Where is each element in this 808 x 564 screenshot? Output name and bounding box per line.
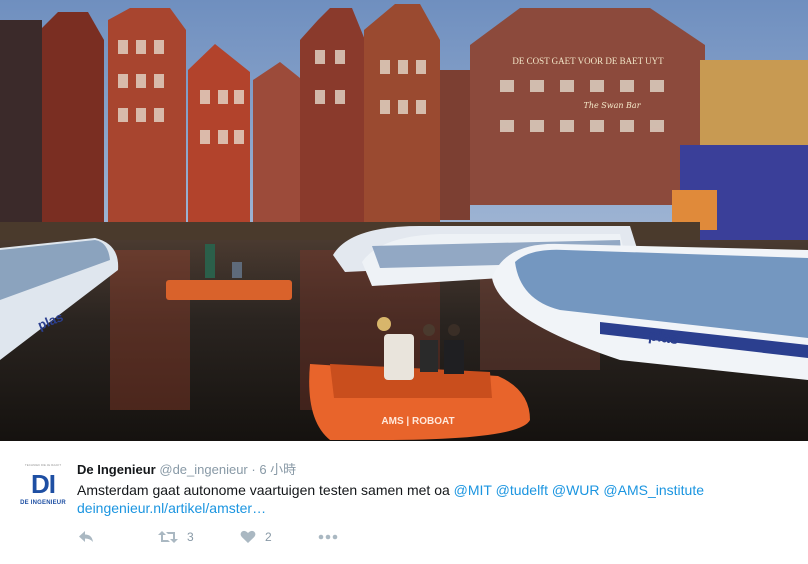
avatar-caption: DE INGENIEUR	[20, 500, 66, 506]
tweet: TECHNIEK DIE JE RAAKT DI DE INGENIEUR De…	[0, 441, 808, 564]
avatar-tagline: TECHNIEK DIE JE RAAKT	[24, 463, 62, 467]
timestamp[interactable]: 6 小時	[259, 462, 296, 477]
more-button[interactable]	[318, 527, 338, 547]
retweet-button[interactable]: 3	[158, 527, 194, 547]
reply-button[interactable]	[78, 527, 94, 547]
heart-icon	[240, 530, 256, 543]
building-banner: DE COST GAET VOOR DE BAET UYT	[512, 56, 664, 66]
handle[interactable]: @de_ingenieur	[159, 462, 247, 477]
tweet-text-body: Amsterdam gaat autonome vaartuigen teste…	[77, 482, 450, 498]
more-icon	[318, 534, 338, 540]
mention-mit[interactable]: @MIT	[454, 482, 492, 498]
avatar[interactable]: TECHNIEK DIE JE RAAKT DI DE INGENIEUR	[20, 463, 66, 509]
article-link[interactable]: deingenieur.nl/artikel/amster…	[77, 499, 266, 518]
tweet-actions: 3 2	[78, 527, 378, 547]
retweet-count: 3	[187, 530, 194, 544]
mention-wur[interactable]: @WUR	[552, 482, 600, 498]
mention-tudelft[interactable]: @tudelft	[496, 482, 548, 498]
retweet-icon	[158, 531, 178, 543]
script-sign: The Swan Bar	[583, 101, 641, 110]
mention-ams-institute[interactable]: @AMS_institute	[603, 482, 704, 498]
roboat-label: AMS | ROBOAT	[381, 416, 454, 427]
tweet-header: De Ingenieur @de_ingenieur · 6 小時	[77, 461, 296, 479]
tweet-photo[interactable]: DE COST GAET VOOR DE BAET UYT The Swan B…	[0, 0, 808, 441]
separator: ·	[251, 462, 256, 477]
reply-icon	[79, 531, 93, 542]
like-button[interactable]: 2	[240, 527, 272, 547]
amsterdam-canal-photo: DE COST GAET VOOR DE BAET UYT The Swan B…	[0, 0, 808, 441]
display-name[interactable]: De Ingenieur	[77, 462, 156, 477]
like-count: 2	[265, 530, 272, 544]
tweet-text: Amsterdam gaat autonome vaartuigen teste…	[77, 481, 777, 500]
avatar-logo-mark: DI	[31, 469, 56, 499]
